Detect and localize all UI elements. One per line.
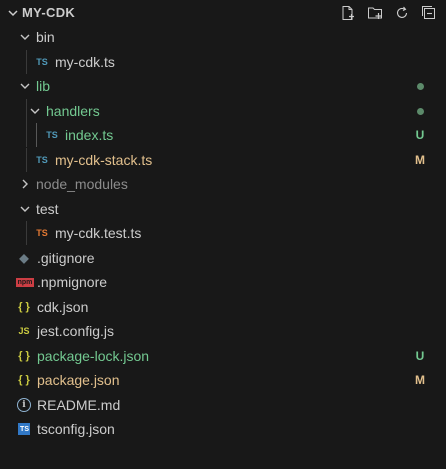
git-icon: ◆ [19,250,29,265]
new-folder-icon [368,7,382,19]
folder-label: handlers [46,102,100,119]
file-label: jest.config.js [37,323,115,339]
git-status-badge: U [415,128,425,142]
typescript-file-icon: TS [36,154,48,165]
javascript-file-icon: JS [18,326,30,336]
tree-folder-row[interactable]: test [0,197,446,221]
collapse-all-icon [422,6,435,19]
folder-label: test [36,200,59,217]
tree-file-row[interactable]: npm .npmignore [0,270,446,294]
tree-file-row[interactable]: TS my-cdk-stack.ts M [0,147,446,172]
indent-guide [26,123,27,147]
typescript-file-icon: TS [46,130,58,140]
tree-file-row[interactable]: { } package-lock.json U [0,344,446,368]
tree-folder-row[interactable]: node_modules [0,172,446,196]
new-file-icon [342,6,354,20]
new-file-button[interactable] [339,4,357,22]
folder-label: node_modules [36,176,128,192]
git-status-badge: M [415,373,425,387]
collapse-all-button[interactable] [420,4,438,22]
chevron-down-icon[interactable] [18,30,32,44]
json-icon: { } [18,300,30,313]
info-icon: i [16,393,32,417]
indent-guide [26,49,27,74]
tree-file-row[interactable]: ◆ .gitignore [0,246,446,270]
npm-icon: npm [15,277,35,287]
typescript-file-icon: TS [36,56,48,67]
indent-guide [26,221,27,245]
file-label: tsconfig.json [37,421,115,437]
file-label: index.ts [65,127,114,143]
folder-label: bin [36,29,55,45]
tree-file-row[interactable]: { } package.json M [0,368,446,392]
tree-file-row[interactable]: TS my-cdk.ts [0,49,446,74]
file-label: cdk.json [37,298,89,315]
indent-guide [36,123,37,147]
tree-file-row[interactable]: JS jest.config.js [0,319,446,343]
explorer-header[interactable]: MY-CDK [0,0,446,28]
tsconfig-icon: TS [16,417,32,441]
typescript-test-file-icon: TS [36,228,48,238]
explorer-title: MY-CDK [22,5,76,20]
git-status-badge: U [415,348,425,363]
tree-file-row[interactable]: i README.md [0,393,446,417]
file-label: .gitignore [37,249,95,266]
file-label: package-lock.json [37,347,150,364]
refresh-button[interactable] [393,4,411,22]
file-label: my-cdk.test.ts [55,225,142,241]
tree-file-row[interactable]: TS my-cdk.test.ts [0,221,446,245]
tree-file-row[interactable]: TS tsconfig.json [0,417,446,441]
tree-file-row[interactable]: { } cdk.json [0,295,446,319]
git-status-dot [417,83,424,90]
chevron-right-icon[interactable] [18,177,32,191]
json-icon: { } [18,349,30,362]
file-label: package.json [37,372,120,388]
git-status-badge: M [415,152,425,167]
file-label: my-cdk.ts [55,53,115,70]
tree-folder-row[interactable]: lib [0,74,446,98]
tree-folder-row[interactable]: handlers [0,98,446,123]
new-folder-button[interactable] [366,4,384,22]
explorer-actions [339,4,438,22]
tree-folder-row[interactable]: bin [0,25,446,49]
indent-guide [26,147,27,172]
file-label: README.md [37,396,121,413]
json-icon: { } [18,374,30,386]
tree-file-row[interactable]: TS index.ts U [0,123,446,147]
git-status-dot [417,107,424,115]
chevron-down-icon[interactable] [28,104,42,118]
file-label: .npmignore [37,274,108,290]
folder-label: lib [36,78,51,94]
refresh-icon [396,6,408,18]
chevron-down-icon[interactable] [18,79,32,93]
file-label: my-cdk-stack.ts [55,151,153,168]
chevron-down-icon[interactable] [6,6,20,20]
indent-guide [26,98,27,123]
chevron-down-icon[interactable] [18,202,32,216]
file-explorer: MY-CDK bin TS my-cdk.ts lib handlers TS … [0,0,446,469]
